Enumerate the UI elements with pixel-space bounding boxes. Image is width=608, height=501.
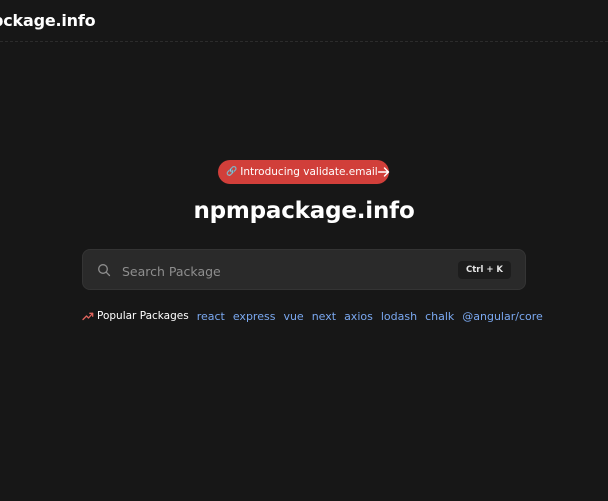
search-input[interactable] xyxy=(120,258,464,284)
search-bar[interactable]: Ctrl + K xyxy=(82,249,526,290)
package-link-axios[interactable]: axios xyxy=(344,310,373,323)
popular-packages: Popular Packages react express vue next … xyxy=(82,307,547,325)
hero-title: npmpackage.info xyxy=(193,198,415,224)
search-icon xyxy=(98,264,111,277)
site-logo[interactable]: pckage.info xyxy=(0,11,96,30)
package-link-next[interactable]: next xyxy=(312,310,336,323)
popular-packages-label: Popular Packages xyxy=(97,310,189,322)
trending-up-icon xyxy=(82,312,94,321)
package-link-react[interactable]: react xyxy=(197,310,225,323)
package-link-chalk[interactable]: chalk xyxy=(425,310,454,323)
announcement-pill[interactable]: 🔗 Introducing validate.email xyxy=(218,160,389,184)
package-link-lodash[interactable]: lodash xyxy=(381,310,417,323)
keyboard-shortcut-badge: Ctrl + K xyxy=(457,261,511,279)
top-navbar: pckage.info xyxy=(0,0,608,42)
link-icon: 🔗 xyxy=(226,166,238,177)
package-link-angular-core[interactable]: @angular/core xyxy=(462,310,543,323)
package-link-express[interactable]: express xyxy=(233,310,276,323)
arrow-right-icon xyxy=(377,167,390,177)
page: pckage.info 🔗 Introducing validate.email… xyxy=(0,0,608,501)
package-link-vue[interactable]: vue xyxy=(283,310,303,323)
announcement-label: Introducing validate.email xyxy=(240,166,378,178)
